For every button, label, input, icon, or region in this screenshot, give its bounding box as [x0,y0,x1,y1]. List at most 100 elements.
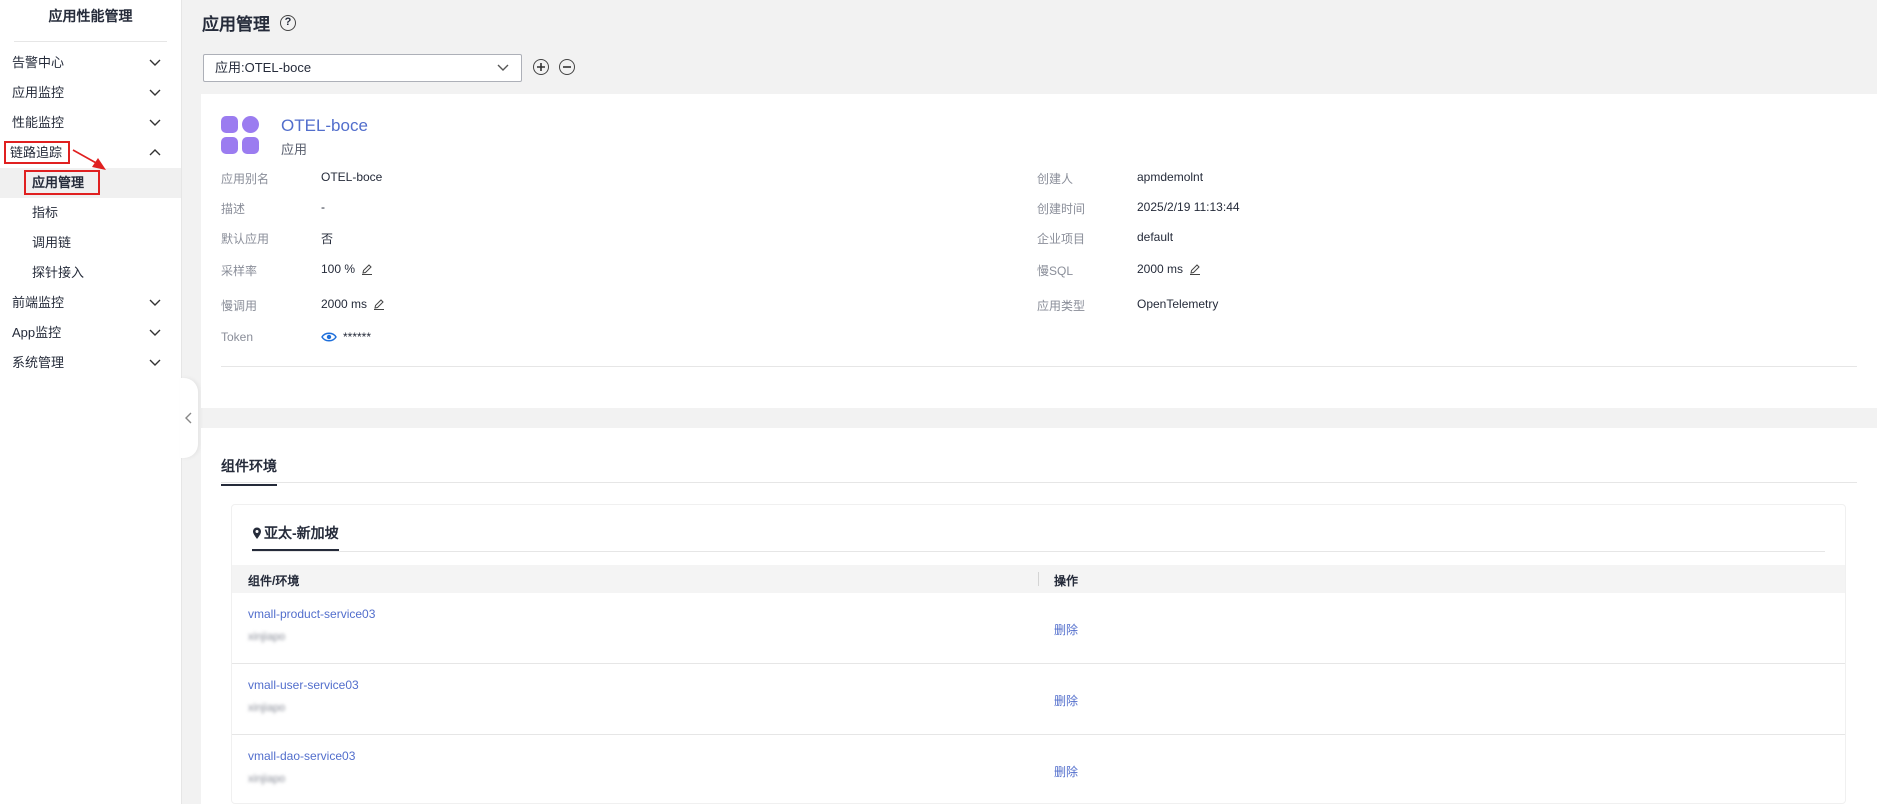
app-type: 应用 [281,142,308,157]
sidebar-subitem-probe-access[interactable]: 探针接入 [0,258,181,288]
sidebar-item-alarm-center[interactable]: 告警中心 [0,48,181,78]
sidebar-subitem-app-management[interactable]: 应用管理 [0,168,181,198]
app-icon [221,116,259,154]
edit-icon[interactable] [1189,263,1201,275]
sidebar-item-perf-monitor[interactable]: 性能监控 [0,108,181,138]
chevron-down-icon [149,119,161,126]
chevron-up-icon [149,149,161,156]
edit-icon[interactable] [361,263,373,275]
service-link[interactable]: vmall-dao-service03 [248,749,355,763]
remove-app-button[interactable] [559,59,575,75]
field-label: 应用别名 [221,172,270,186]
edit-icon[interactable] [373,298,385,310]
field-value: OpenTelemetry [1137,297,1219,311]
field-value: - [321,200,325,214]
env-name: xinjiapo [248,773,286,785]
table-row: vmall-user-service03 xinjiapo 删除 [232,664,1845,735]
sidebar-item-label: App监控 [12,325,62,340]
field-value: ****** [343,330,372,344]
field-label: 创建时间 [1037,202,1086,216]
sidebar: 应用性能管理 告警中心 应用监控 性能监控 链路追踪 应用管理 指标 调用链 探… [0,0,182,804]
delete-button[interactable]: 删除 [1054,763,1078,780]
sidebar-item-app-monitor[interactable]: 应用监控 [0,78,181,108]
field-value-wrap: 100 % [321,262,373,276]
table-header: 组件/环境 操作 [232,565,1845,593]
chevron-down-icon [149,89,161,96]
sidebar-item-label: 前端监控 [12,295,65,310]
add-app-button[interactable] [533,59,549,75]
sidebar-item-app-monitor-mobile[interactable]: App监控 [0,318,181,348]
table-row: vmall-product-service03 xinjiapo 删除 [232,593,1845,664]
eye-icon[interactable] [321,331,337,343]
annotation-arrow-icon [72,149,106,170]
sidebar-title: 应用性能管理 [14,0,167,42]
sidebar-subitem-metrics[interactable]: 指标 [0,198,181,228]
field-label: 企业项目 [1037,232,1086,246]
sidebar-item-system-management[interactable]: 系统管理 [0,348,181,378]
field-value: default [1137,230,1174,244]
region-panel: 亚太-新加坡 组件/环境 操作 vmall-product-service03 … [231,504,1846,804]
divider [221,482,1857,483]
field-label: 慢SQL [1037,264,1074,278]
chevron-down-icon [497,64,509,71]
sidebar-subitem-label: 调用链 [32,235,72,250]
field-value: OTEL-boce [321,170,383,184]
sidebar-item-label: 性能监控 [12,115,65,130]
delete-button[interactable]: 删除 [1054,692,1078,709]
location-pin-icon [253,527,261,539]
app-name: OTEL-boce [281,116,368,135]
sidebar-subitem-label: 应用管理 [23,170,101,195]
field-label: 默认应用 [221,232,270,246]
sidebar-item-label: 应用监控 [12,85,65,100]
env-name: xinjiapo [248,702,286,714]
sidebar-subitem-label: 探针接入 [32,265,85,280]
field-label: Token [221,330,254,344]
field-label: 采样率 [221,264,258,278]
page-title-bar: 应用管理 ? [202,10,296,35]
field-label: 应用类型 [1037,299,1086,313]
sidebar-item-label: 告警中心 [12,55,65,70]
help-icon[interactable]: ? [280,14,296,31]
app-select-value: 应用:OTEL-boce [215,60,312,75]
table-row: vmall-dao-service03 xinjiapo 删除 [232,735,1845,804]
plus-icon [537,63,545,71]
delete-button[interactable]: 删除 [1054,621,1078,638]
chevron-down-icon [149,329,161,336]
app-select[interactable]: 应用:OTEL-boce [203,54,522,82]
sidebar-subitem-call-chain[interactable]: 调用链 [0,228,181,258]
field-value: apmdemolnt [1137,170,1204,184]
field-value: 100 % [321,262,356,276]
chevron-down-icon [149,359,161,366]
app-info-card: OTEL-boce 应用 应用别名 OTEL-boce 描述 - 默认应用 否 … [201,94,1877,408]
column-header-component: 组件/环境 [248,574,300,588]
field-value: 2000 ms [321,297,368,311]
field-value: 2000 ms [1137,262,1184,276]
tab-region[interactable]: 亚太-新加坡 [252,523,339,551]
field-value: 否 [321,232,334,246]
minus-icon [563,66,571,68]
field-value-wrap: 2000 ms [321,297,385,311]
sidebar-item-frontend-monitor[interactable]: 前端监控 [0,288,181,318]
sidebar-item-label: 系统管理 [12,355,65,370]
field-value-wrap: 2000 ms [1137,262,1201,276]
field-label: 描述 [221,202,246,216]
components-card: 组件环境 亚太-新加坡 组件/环境 操作 vmall-product-servi… [201,428,1877,804]
divider [221,366,1857,367]
column-header-action: 操作 [1054,574,1079,588]
env-name: xinjiapo [248,631,286,643]
region-label: 亚太-新加坡 [264,525,339,541]
page-title: 应用管理 [202,15,270,34]
field-value: 2025/2/19 11:13:44 [1137,200,1240,214]
divider [252,551,1825,552]
field-label: 慢调用 [221,299,258,313]
chevron-down-icon [149,299,161,306]
sidebar-subitem-label: 指标 [32,205,59,220]
chevron-down-icon [149,59,161,66]
field-label: 创建人 [1037,172,1074,186]
field-value-wrap: ****** [321,330,371,344]
sidebar-item-label: 链路追踪 [3,141,71,164]
column-separator [1038,572,1039,586]
service-link[interactable]: vmall-product-service03 [248,607,375,621]
main-content: 应用管理 ? 应用:OTEL-boce OTEL-boce 应用 应用别名 OT… [183,0,1877,804]
service-link[interactable]: vmall-user-service03 [248,678,359,692]
